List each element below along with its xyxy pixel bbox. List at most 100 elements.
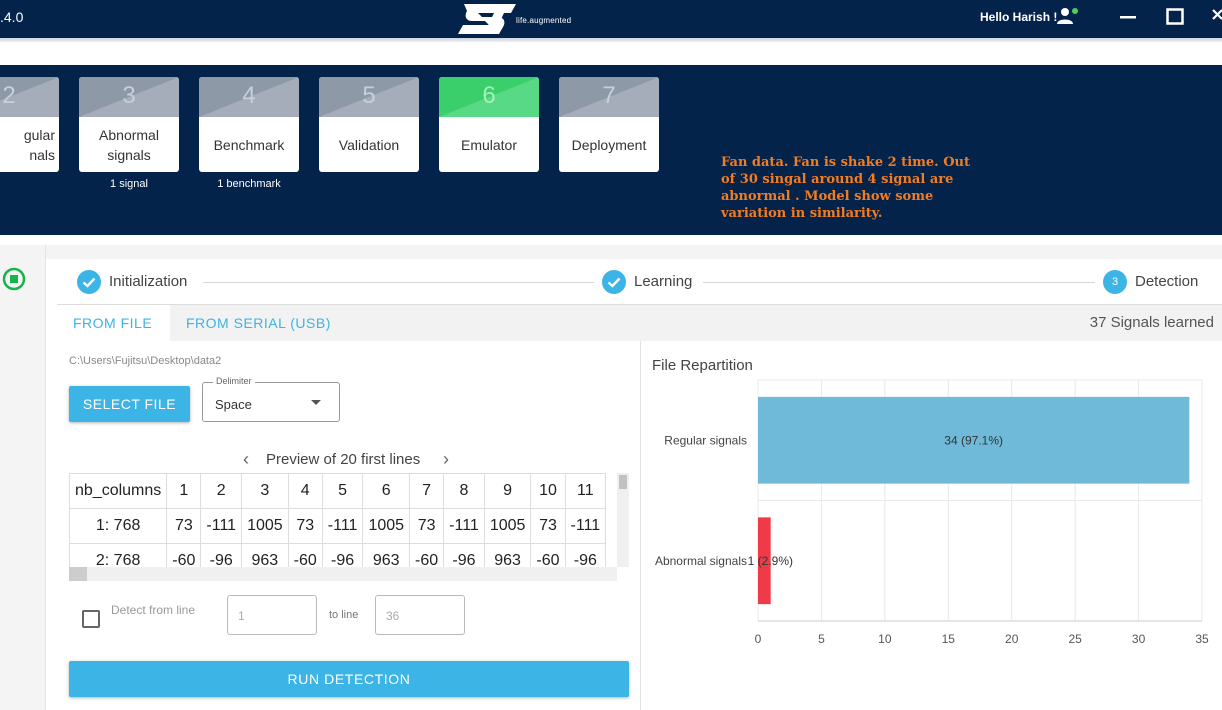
check-circle-icon bbox=[77, 270, 101, 294]
table-cell: -111 bbox=[443, 508, 485, 544]
logo-tagline: life.augmented bbox=[516, 16, 572, 25]
step-card-emulator[interactable]: 6 Emulator bbox=[439, 77, 539, 172]
x-tick-label: 5 bbox=[818, 632, 825, 646]
preview-table-container[interactable]: nb_columns 1 2 3 4 5 6 7 8 9 10 11 1: 76… bbox=[69, 473, 617, 567]
column-header: 10 bbox=[530, 473, 566, 509]
stepper-number-badge: 3 bbox=[1103, 270, 1127, 294]
stepper-label-detection: Detection bbox=[1135, 273, 1199, 290]
delimiter-value: Space bbox=[215, 397, 252, 412]
step-number: 3 bbox=[122, 82, 136, 109]
column-header: 1 bbox=[166, 473, 202, 509]
title-bar: .4.0 life.augmented Hello Harish ! bbox=[0, 0, 1222, 38]
annotation-note: Fan data. Fan is shake 2 time. Out of 30… bbox=[721, 155, 970, 221]
column-header: 5 bbox=[321, 473, 364, 509]
table-cell: 963 bbox=[483, 543, 532, 567]
x-tick-label: 30 bbox=[1132, 632, 1146, 646]
step-card-validation[interactable]: 5 Validation bbox=[319, 77, 419, 172]
column-header: 11 bbox=[564, 473, 607, 509]
x-tick-label: 25 bbox=[1068, 632, 1082, 646]
step-sub: 1 benchmark bbox=[217, 178, 281, 190]
category-label: Abnormal signals bbox=[655, 554, 747, 568]
detect-from-line-checkbox[interactable] bbox=[82, 610, 100, 628]
chart-title: File Repartition bbox=[652, 357, 753, 374]
step-card-abnormal-signals[interactable]: 3 Abnormal signals bbox=[79, 77, 179, 172]
step-card-benchmark[interactable]: 4 Benchmark bbox=[199, 77, 299, 172]
table-cell: 73 bbox=[530, 508, 566, 544]
category-label: Regular signals bbox=[664, 433, 747, 447]
table-cell: 73 bbox=[287, 508, 323, 544]
preview-title: Preview of 20 first lines bbox=[266, 451, 421, 468]
step-card-regular-signals[interactable]: 2 gular nals bbox=[0, 77, 59, 172]
table-cell: -111 bbox=[321, 508, 364, 544]
chevron-right-icon[interactable]: › bbox=[443, 449, 449, 470]
step-label: Abnormal signals bbox=[99, 126, 159, 163]
column-header: 3 bbox=[241, 473, 289, 509]
table-cell: -96 bbox=[564, 543, 607, 567]
step-sub: signal bbox=[0, 178, 59, 190]
column-header: 2 bbox=[200, 473, 243, 509]
signals-learned-count: 37 Signals learned bbox=[1089, 314, 1214, 331]
table-cell: -111 bbox=[200, 508, 243, 544]
scrollbar-thumb[interactable] bbox=[69, 567, 87, 581]
file-path: C:\Users\Fujitsu\Desktop\data2 bbox=[69, 355, 222, 367]
topbar-shadow bbox=[0, 38, 1222, 42]
step-number: 6 bbox=[482, 82, 496, 109]
step-card-deployment[interactable]: 7 Deployment bbox=[559, 77, 659, 172]
select-file-button[interactable]: SELECT FILE bbox=[69, 386, 190, 422]
scrollbar-thumb[interactable] bbox=[619, 475, 627, 489]
step-header: 7 bbox=[559, 77, 659, 117]
table-cell: -60 bbox=[287, 543, 323, 567]
chevron-left-icon[interactable]: ‹ bbox=[243, 449, 249, 470]
stop-circle-icon[interactable] bbox=[2, 267, 26, 291]
gap-strip bbox=[46, 245, 1222, 259]
app-version: .4.0 bbox=[0, 9, 24, 25]
stepper-connector bbox=[203, 282, 594, 283]
x-tick-label: 10 bbox=[878, 632, 892, 646]
stepper-label-learning: Learning bbox=[634, 273, 693, 290]
table-cell: -96 bbox=[443, 543, 485, 567]
step-label: Deployment bbox=[571, 136, 647, 153]
file-repartition-chart: 0 5 10 15 20 25 30 35 Regular signals 34 (97.1%) A… bbox=[655, 379, 1209, 646]
step-number: 4 bbox=[242, 82, 256, 109]
column-header: 7 bbox=[409, 473, 445, 509]
data-label: 34 (97.1%) bbox=[944, 433, 1003, 447]
source-tabs: FROM FILE FROM SERIAL (USB) 37 Signals l… bbox=[57, 305, 1222, 341]
workflow-steps-band: 2 gular nals signal 3 Abnormal signals 1… bbox=[0, 65, 1222, 235]
file-panel: C:\Users\Fujitsu\Desktop\data2 SELECT FI… bbox=[57, 341, 640, 710]
table-cell: -60 bbox=[166, 543, 202, 567]
tab-from-file[interactable]: FROM FILE bbox=[57, 305, 170, 341]
step-label: Validation bbox=[338, 136, 400, 153]
step-number: 5 bbox=[362, 82, 376, 109]
delimiter-select[interactable]: Delimiter Space bbox=[202, 376, 340, 422]
column-header: 8 bbox=[443, 473, 485, 509]
row-header: 1: 768 bbox=[69, 508, 168, 544]
step-label: Benchmark bbox=[213, 136, 285, 153]
user-icon[interactable] bbox=[1057, 7, 1079, 25]
table-cell: -111 bbox=[564, 508, 607, 544]
horizontal-scrollbar[interactable] bbox=[69, 567, 617, 581]
table-cell: 963 bbox=[241, 543, 289, 567]
from-line-input[interactable]: 1 bbox=[227, 595, 317, 635]
step-header-active: 6 bbox=[439, 77, 539, 117]
stepper-label-initialization: Initialization bbox=[109, 273, 188, 290]
vertical-scrollbar[interactable] bbox=[617, 473, 629, 567]
table-cell: 1005 bbox=[362, 508, 411, 544]
step-header: 4 bbox=[199, 77, 299, 117]
column-header: nb_columns bbox=[69, 473, 168, 509]
to-line-input[interactable]: 36 bbox=[375, 595, 465, 635]
minimize-icon[interactable] bbox=[1116, 6, 1140, 28]
column-header: 4 bbox=[287, 473, 323, 509]
table-cell: -60 bbox=[409, 543, 445, 567]
maximize-icon[interactable] bbox=[1163, 6, 1187, 28]
tab-from-serial[interactable]: FROM SERIAL (USB) bbox=[170, 305, 347, 341]
step-header: 3 bbox=[79, 77, 179, 117]
close-icon[interactable] bbox=[1210, 6, 1222, 28]
column-header: 6 bbox=[362, 473, 411, 509]
caret-down-icon bbox=[311, 400, 321, 405]
x-tick-label: 15 bbox=[942, 632, 956, 646]
table-cell: -60 bbox=[530, 543, 566, 567]
step-sub: 1 signal bbox=[110, 178, 148, 190]
run-detection-button[interactable]: RUN DETECTION bbox=[69, 661, 629, 697]
x-tick-label: 35 bbox=[1195, 632, 1209, 646]
user-greeting: Hello Harish ! bbox=[980, 10, 1058, 24]
